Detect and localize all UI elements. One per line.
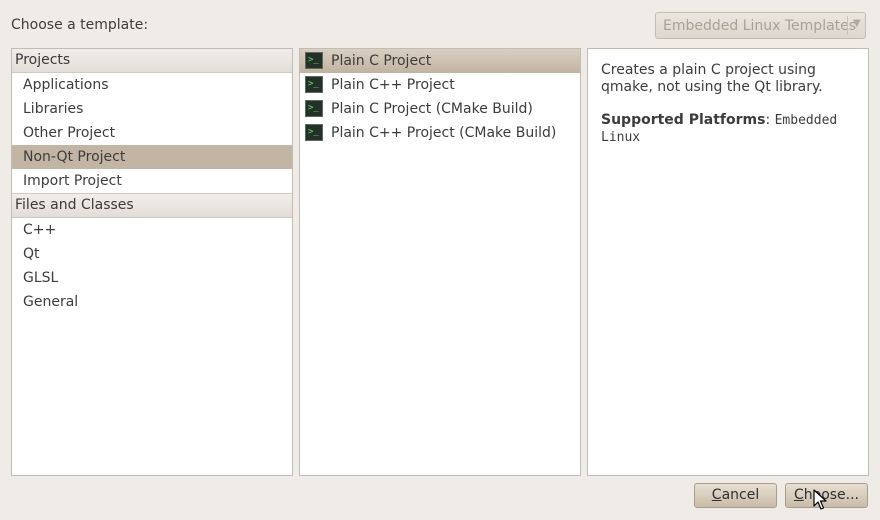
group-header-files-and-classes: Files and Classes (12, 193, 292, 218)
choose-template-label: Choose a template: (11, 17, 149, 33)
terminal-icon: >_ (305, 124, 323, 141)
supported-platforms: Supported Platforms: Embedded Linux (601, 112, 855, 146)
category-item-non-qt-project[interactable]: Non-Qt Project (12, 145, 292, 169)
template-item-plain-cpp-cmake-project[interactable]: >_ Plain C++ Project (CMake Build) (300, 121, 580, 145)
category-item-libraries[interactable]: Libraries (12, 97, 292, 121)
category-item-import-project[interactable]: Import Project (12, 169, 292, 193)
category-list: Projects Applications Libraries Other Pr… (11, 48, 293, 476)
template-item-plain-cpp-project[interactable]: >_ Plain C++ Project (300, 73, 580, 97)
supported-platforms-label: Supported Platforms (601, 112, 766, 128)
terminal-icon: >_ (305, 52, 323, 69)
description-text: Creates a plain C project using qmake, n… (601, 62, 823, 95)
combobox-separator (847, 16, 848, 35)
template-item-plain-c-project[interactable]: >_ Plain C Project (300, 49, 580, 73)
category-item-cpp[interactable]: C++ (12, 218, 292, 242)
template-item-plain-c-cmake-project[interactable]: >_ Plain C Project (CMake Build) (300, 97, 580, 121)
template-item-label: Plain C++ Project (CMake Build) (331, 125, 557, 141)
category-item-qt[interactable]: Qt (12, 242, 292, 266)
template-item-label: Plain C Project (331, 53, 432, 69)
category-item-other-project[interactable]: Other Project (12, 121, 292, 145)
template-filter-combobox[interactable]: Embedded Linux Templates ▼ (655, 12, 866, 39)
group-header-projects: Projects (12, 49, 292, 73)
combobox-value: Embedded Linux Templates (663, 18, 857, 34)
cancel-mnemonic: C (711, 487, 722, 503)
terminal-icon: >_ (305, 100, 323, 117)
cancel-label: ancel (721, 487, 760, 503)
terminal-icon: >_ (305, 76, 323, 93)
template-list: >_ Plain C Project >_ Plain C++ Project … (299, 48, 581, 476)
choose-mnemonic: C (793, 487, 804, 503)
template-description-panel: Creates a plain C project using qmake, n… (587, 48, 869, 476)
mouse-cursor-icon (813, 489, 827, 510)
supported-platforms-separator: : (765, 112, 775, 128)
category-item-glsl[interactable]: GLSL (12, 266, 292, 290)
chevron-down-icon[interactable]: ▼ (853, 18, 861, 29)
category-item-general[interactable]: General (12, 290, 292, 314)
category-item-applications[interactable]: Applications (12, 73, 292, 97)
template-item-label: Plain C Project (CMake Build) (331, 101, 533, 117)
cancel-button[interactable]: Cancel (694, 483, 777, 508)
template-item-label: Plain C++ Project (331, 77, 455, 93)
